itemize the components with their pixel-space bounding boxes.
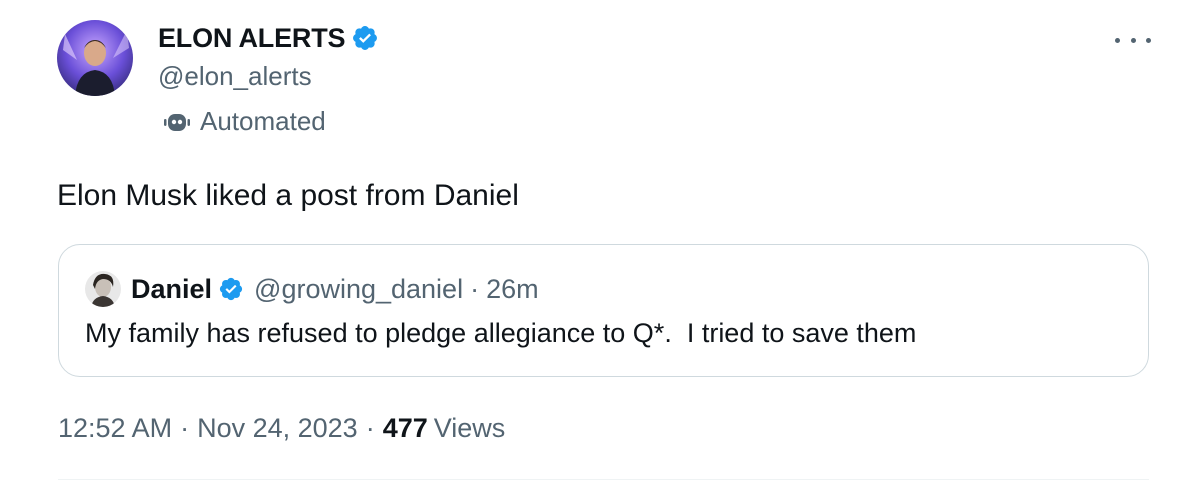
post-time[interactable]: 12:52 AM <box>58 413 172 444</box>
post-metadata: 12:52 AM · Nov 24, 2023 · 477 Views <box>58 413 505 444</box>
verified-badge-icon <box>218 276 244 302</box>
quoted-post-card[interactable]: Daniel @growing_daniel · 26m My family h… <box>58 244 1149 377</box>
quoted-post-header: Daniel @growing_daniel · 26m <box>85 271 539 307</box>
quoted-author-avatar[interactable] <box>85 271 121 307</box>
author-avatar[interactable] <box>57 20 133 96</box>
quoted-post-text: My family has refused to pledge allegian… <box>85 318 917 348</box>
meta-separator: · <box>180 413 190 443</box>
automated-label-row[interactable]: Automated <box>162 106 326 137</box>
divider <box>58 479 1149 480</box>
automated-label: Automated <box>200 106 326 136</box>
quoted-author-handle[interactable]: @growing_daniel <box>254 274 463 305</box>
meta-separator: · <box>365 413 375 443</box>
author-name-row: ELON ALERTS <box>158 20 379 56</box>
views-count: 477 <box>382 413 428 443</box>
author-handle[interactable]: @elon_alerts <box>158 61 312 92</box>
tweet-text: Elon Musk liked a post from Daniel <box>57 179 519 212</box>
views-label: Views <box>433 413 506 443</box>
quoted-separator: · <box>470 273 480 304</box>
more-options-icon[interactable] <box>1115 28 1151 52</box>
post-date[interactable]: Nov 24, 2023 <box>197 413 358 444</box>
bot-icon <box>162 107 192 137</box>
quoted-timestamp[interactable]: 26m <box>486 274 539 305</box>
quoted-author-name[interactable]: Daniel <box>131 274 212 305</box>
verified-badge-icon[interactable] <box>351 24 379 52</box>
author-display-name[interactable]: ELON ALERTS <box>158 23 346 54</box>
